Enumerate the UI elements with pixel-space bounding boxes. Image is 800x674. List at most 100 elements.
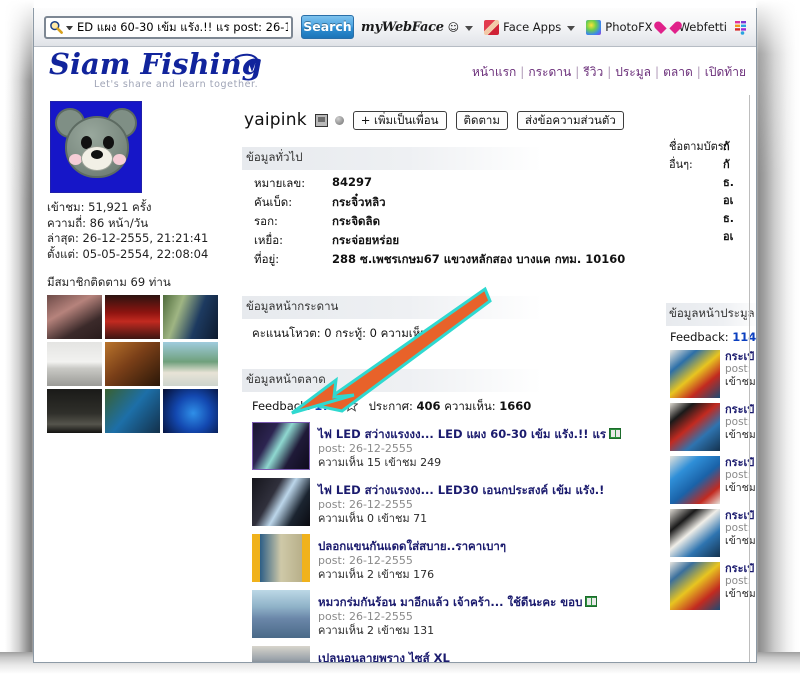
chevron-down-icon[interactable] [567,26,576,31]
nav-item-review[interactable]: รีวิว [583,65,603,79]
search-button[interactable]: Search [300,15,355,39]
list-item[interactable]: กระเป๋ post: เข้าชม [670,350,756,398]
listing-title[interactable]: ปลอกแขนกันแดดใส่สบาย..ราคาเบาๆ [318,539,506,553]
identity-info-block: ชื่อตามบัตร: กั อื่นๆ: กั ธ. อเ ธ. อเ [669,137,756,245]
backpack-red-yellow-thumb[interactable] [670,350,720,398]
listing-title[interactable]: กระเป๋ [725,562,756,575]
color-bars-icon [734,20,752,35]
toolbar-item-face-apps[interactable]: Face Apps [484,19,561,35]
listing-title[interactable]: ไฟ LED สว่างแรงงง... LED แผง 60-30 เข้ม … [318,427,622,441]
id-card-badge-icon [314,113,328,127]
nav-item-board[interactable]: กระดาน [528,65,571,79]
info-value: ธ. [723,176,734,189]
nav-separator: | [696,65,701,79]
auction-feedback-line: Feedback: 114 ป [670,329,756,347]
follower-thumb[interactable] [47,295,102,339]
add-friend-button[interactable]: + เพิ่มเป็นเพื่อน [352,110,447,130]
listing-title[interactable]: กระเป๋ [725,403,756,416]
list-item[interactable]: ไฟ LED สว่างแรงงง... LED30 เอนกประสงค์ เ… [252,478,660,526]
list-item[interactable]: ไฟ LED สว่างแรงงง... LED แผง 60-30 เข้ม … [252,422,660,470]
list-item[interactable]: กระเป๋ post: เข้าชม [670,403,756,451]
follower-thumb[interactable] [47,342,102,386]
follower-thumb[interactable] [163,295,218,339]
offline-dot-icon [334,115,344,125]
listing-post: post: [725,575,752,587]
arm-sleeve-thumb[interactable] [252,534,310,582]
follower-thumb[interactable] [105,295,160,339]
listing-post: post: 26-12-2555 [318,554,413,567]
follower-thumb[interactable] [105,342,160,386]
webfetti-label: Webfetti [678,20,727,34]
listing-post: post: [725,469,752,481]
backpack-blue-thumb[interactable] [670,456,720,504]
camo-hammock-thumb[interactable] [252,646,310,662]
list-item[interactable]: เปลนอนลายพราง ไซส์ XL post: 26-12-2555 ค… [252,646,660,662]
chevron-down-icon[interactable] [465,26,474,31]
follower-thumb[interactable] [163,342,218,386]
site-logo-tagline: Let's share and learn together. [94,79,259,90]
backpack-mickey-thumb[interactable] [670,403,720,451]
listing-post: post: [725,416,752,428]
site-logo[interactable]: Siam Fishing Let's share and learn toget… [49,49,264,93]
site-logo-text: Siam Fishing [49,47,262,81]
listing-body: หมวกร่มกันร้อน มาอีกแล้ว เจ้าคร้า... ใช้… [318,590,598,638]
listing-stats: เข้าชม [725,588,756,600]
toolbar-item-photofx[interactable]: PhotoFX [586,19,653,35]
list-item[interactable]: กระเป๋ post: เข้าชม [670,456,756,504]
listing-post: post: [725,522,752,534]
nav-item-home[interactable]: หน้าแรก [472,65,516,79]
list-item[interactable]: หมวกร่มกันร้อน มาอีกแล้ว เจ้าคร้า... ใช้… [252,590,660,638]
star-icon[interactable] [344,398,359,412]
search-input[interactable]: ED แผง 60-30 เข้ม แรัง.!! แร post: 26-12… [44,15,293,39]
info-key [669,227,723,245]
send-message-button[interactable]: ส่งข้อความส่วนตัว [516,110,624,130]
listing-stats: ความเห็น 15 เข้าชม 249 [318,455,442,469]
follower-thumb[interactable] [47,389,102,433]
new-flag-icon [585,596,598,607]
sun-hat-thumb[interactable] [252,590,310,638]
list-item[interactable]: กระเป๋ post: เข้าชม [670,562,756,610]
auction-info-heading: ข้อมูลหน้าประมูล [666,303,756,326]
search-engine-chevron-icon[interactable] [66,26,73,30]
listing-title[interactable]: หมวกร่มกันร้อน มาอีกแล้ว เจ้าคร้า... ใช้… [318,595,598,609]
toolbar-item-color-bars[interactable] [734,20,752,35]
mywebface-logo: myWebFace [361,19,444,35]
info-value: กั [723,158,730,171]
toolbar-item-webfetti[interactable]: Webfetti [660,20,727,35]
backpack-red-yellow2-thumb[interactable] [670,562,720,610]
heart-icon [660,20,675,35]
listing-title[interactable]: ไฟ LED สว่างแรงงง... LED30 เอนกประสงค์ เ… [318,483,604,497]
listing-post: post: 26-12-2555 [318,498,413,511]
browser-window: ED แผง 60-30 เข้ม แรัง.!! แร post: 26-12… [33,8,757,663]
nav-item-auction[interactable]: ประมูล [615,65,651,79]
led-panel-thumb[interactable] [252,422,310,470]
follow-button[interactable]: ติดตาม [455,110,508,130]
listing-title[interactable]: กระเป๋ [725,456,756,469]
listing-title[interactable]: กระเป๋ [725,350,756,363]
nav-item-market[interactable]: ตลาด [663,65,693,79]
led30-lamp-thumb[interactable] [252,478,310,526]
general-info-table: หมายเลข: 84297 คันเบ็ด: กระจิ๋วหลิว รอก:… [254,175,625,270]
toolbar-item-mywebface[interactable]: myWebFace ☺ [361,20,459,35]
info-key: ที่อยู่: [254,252,280,266]
market-comments-label: ความเห็น: [444,399,496,413]
listing-body: กระเป๋ post: เข้าชม [725,509,756,557]
listing-body: กระเป๋ post: เข้าชม [725,456,756,504]
info-key: รอก: [254,214,278,228]
list-item[interactable]: ปลอกแขนกันแดดใส่สบาย..ราคาเบาๆ post: 26-… [252,534,660,582]
nav-separator: | [575,65,580,79]
table-row: อเ [669,191,756,209]
listing-title[interactable]: เปลนอนลายพราง ไซส์ XL [318,651,450,662]
visit-stats: เข้าชม: 51,921 ครั้ง ความถี่: 86 หน้า/วั… [47,200,220,262]
main-content: yaipink + เพิ่มเป็นเพื่อน ติดตาม ส่งข้อค… [230,95,660,662]
photofx-icon [586,19,602,35]
avatar[interactable] [50,101,142,193]
backpack-panda-thumb[interactable] [670,509,720,557]
listing-title[interactable]: กระเป๋ [725,509,756,522]
table-row: อื่นๆ: กั [669,155,756,173]
follower-thumb[interactable] [105,389,160,433]
auction-feedback-value: 114 [732,330,756,344]
nav-item-trunk[interactable]: เปิดท้าย [705,65,746,79]
follower-thumb[interactable] [163,389,218,433]
list-item[interactable]: กระเป๋ post: เข้าชม [670,509,756,557]
